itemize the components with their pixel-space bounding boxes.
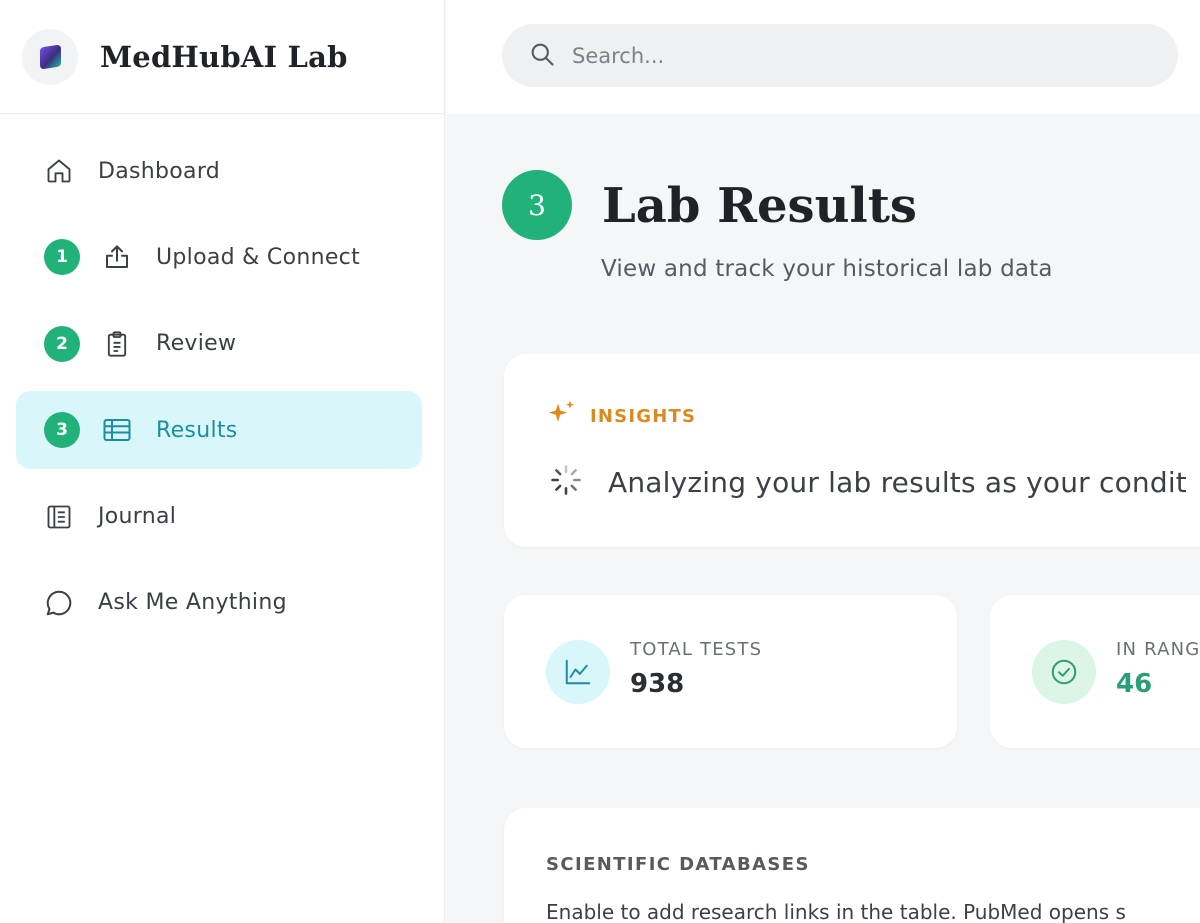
brand-name: MedHubAI Lab <box>100 39 348 74</box>
top-bar <box>446 0 1200 114</box>
sidebar-item-label: Upload & Connect <box>156 244 360 270</box>
sparkle-icon <box>546 398 578 434</box>
sidebar: MedHubAI Lab Dashboard 1 Upload & Connec… <box>0 0 445 923</box>
stat-label: TOTAL TESTS <box>630 639 763 660</box>
check-circle-icon <box>1032 640 1096 704</box>
sidebar-item-label: Journal <box>98 504 177 530</box>
sidebar-item-label: Results <box>156 417 238 443</box>
sidebar-item-results[interactable]: 3 Results <box>16 391 422 470</box>
stat-label: IN RANG <box>1116 639 1200 660</box>
scientific-databases-card: SCIENTIFIC DATABASES Enable to add resea… <box>504 808 1200 923</box>
sidebar-item-upload-connect[interactable]: 1 Upload & Connect <box>16 218 422 296</box>
clipboard-icon <box>100 327 134 361</box>
insights-status: Analyzing your lab results as your condi… <box>548 462 1187 502</box>
insights-message: Analyzing your lab results as your condi… <box>608 465 1187 499</box>
search-input[interactable] <box>572 43 1132 68</box>
stat-value: 938 <box>630 669 685 699</box>
insights-header: INSIGHTS <box>546 398 696 434</box>
page-subtitle: View and track your historical lab data <box>601 256 1053 282</box>
section-description: Enable to add research links in the tabl… <box>546 900 1126 923</box>
home-icon <box>42 154 76 188</box>
table-icon <box>100 413 134 447</box>
sidebar-item-review[interactable]: 2 Review <box>16 305 422 383</box>
stat-value: 46 <box>1116 669 1153 699</box>
stat-card-in-range: IN RANG 46 <box>990 595 1200 748</box>
sidebar-item-ask-me-anything[interactable]: Ask Me Anything <box>16 564 422 642</box>
sidebar-item-label: Dashboard <box>98 158 221 184</box>
section-title: SCIENTIFIC DATABASES <box>546 854 810 875</box>
trend-chart-icon <box>546 640 610 704</box>
brand-logo-icon[interactable] <box>22 28 78 85</box>
page-step-badge: 3 <box>502 170 572 240</box>
step-badge: 3 <box>44 412 80 449</box>
sidebar-item-journal[interactable]: Journal <box>16 478 422 556</box>
sidebar-item-label: Ask Me Anything <box>98 590 287 616</box>
search-bar[interactable] <box>502 24 1178 87</box>
step-badge: 2 <box>44 325 80 362</box>
journal-icon <box>42 500 76 534</box>
step-badge: 1 <box>44 239 80 276</box>
sidebar-item-label: Review <box>156 331 237 357</box>
brand-header: MedHubAI Lab <box>0 0 444 114</box>
loading-spinner-icon <box>548 462 584 502</box>
sidebar-nav: Dashboard 1 Upload & Connect 2 Review 3 … <box>16 132 422 650</box>
page-title: Lab Results <box>602 178 917 234</box>
sidebar-item-dashboard[interactable]: Dashboard <box>16 132 422 210</box>
insights-card: INSIGHTS Analyzing your lab results as y… <box>504 354 1200 547</box>
upload-icon <box>100 240 134 274</box>
chat-bubble-icon <box>42 586 76 620</box>
insights-label: INSIGHTS <box>590 405 697 427</box>
search-icon <box>528 40 556 72</box>
stat-card-total-tests: TOTAL TESTS 938 <box>504 595 957 748</box>
